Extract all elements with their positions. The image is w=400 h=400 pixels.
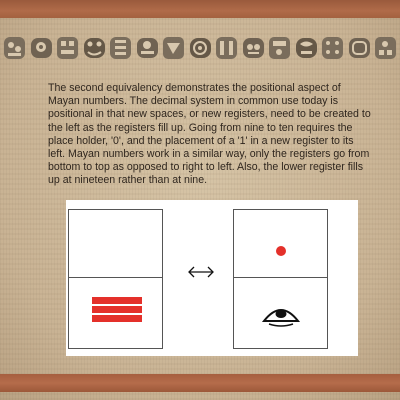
left-register-panel xyxy=(68,209,163,349)
mayan-glyph-icon xyxy=(136,38,158,58)
numeral-bar xyxy=(92,306,142,313)
glyph-band xyxy=(2,33,398,63)
numeral-bar xyxy=(92,297,142,304)
mayan-glyph-icon xyxy=(242,38,264,58)
numeral-bar xyxy=(92,315,142,322)
bottom-decorative-stripe xyxy=(0,374,400,392)
mayan-glyph-icon xyxy=(375,37,396,59)
mayan-glyph-icon xyxy=(322,37,343,59)
double-headed-arrow-icon xyxy=(188,266,214,278)
register-divider xyxy=(69,277,162,278)
shell-icon xyxy=(261,309,301,327)
mayan-glyph-icon xyxy=(4,37,25,59)
right-register-panel xyxy=(233,209,328,349)
mayan-glyph-icon xyxy=(110,37,131,59)
mayan-glyph-icon xyxy=(348,38,370,58)
dot-icon xyxy=(276,246,286,256)
mayan-glyph-icon xyxy=(189,38,211,58)
top-decorative-stripe xyxy=(0,0,400,18)
explanation-paragraph: The second equivalency demonstrates the … xyxy=(48,82,371,187)
mayan-glyph-icon xyxy=(57,37,78,59)
mayan-glyph-icon xyxy=(295,38,317,58)
mayan-glyph-icon xyxy=(216,37,237,59)
mayan-glyph-icon xyxy=(269,37,290,59)
mayan-glyph-icon xyxy=(163,37,184,59)
register-divider xyxy=(234,277,327,278)
fifteen-numeral xyxy=(92,297,142,324)
mayan-glyph-icon xyxy=(30,38,52,58)
positional-diagram xyxy=(66,200,358,356)
mayan-glyph-icon xyxy=(83,38,105,58)
